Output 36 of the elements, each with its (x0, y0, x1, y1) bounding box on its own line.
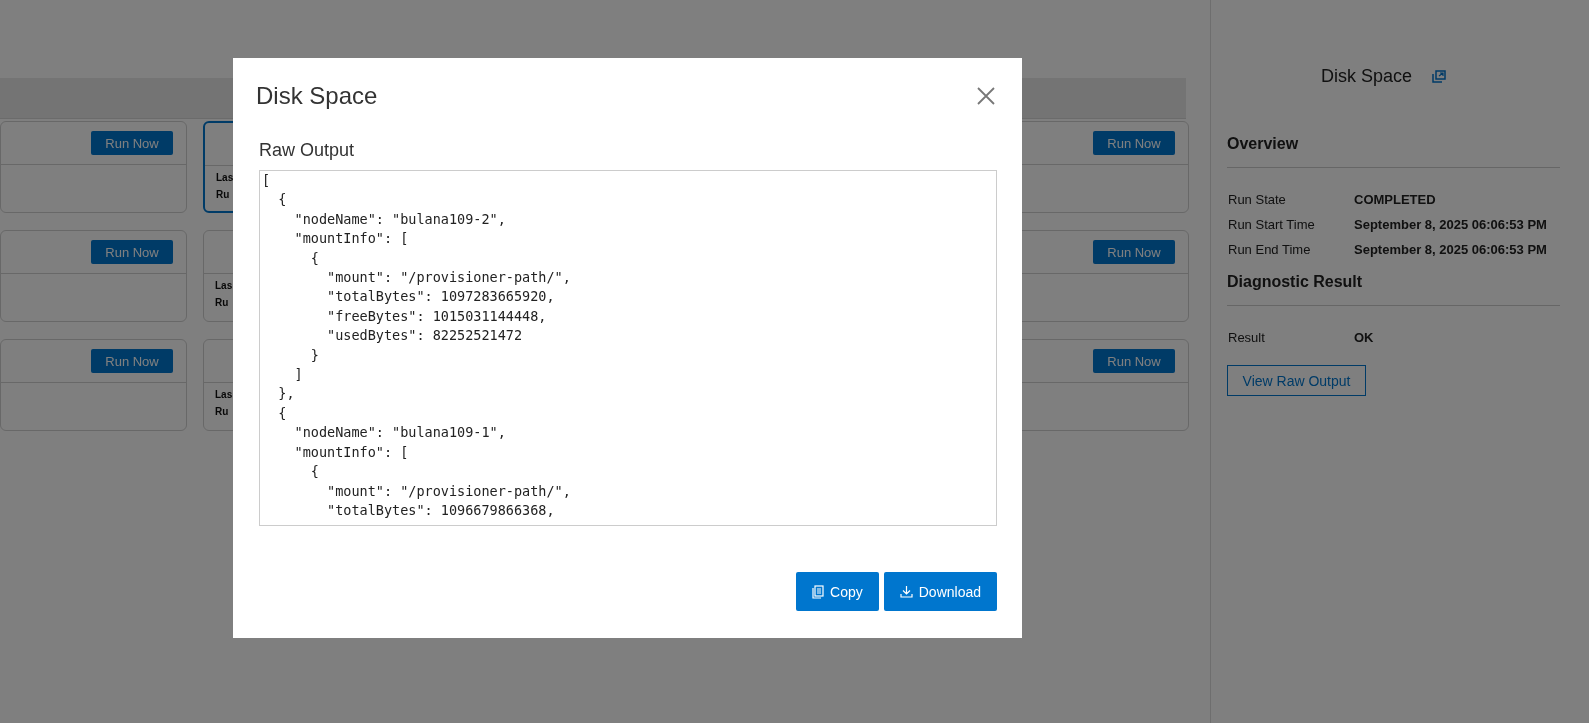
download-icon (899, 585, 913, 598)
panel-title: Disk Space (1320, 66, 1412, 87)
field-label: Run Start Time (1227, 217, 1316, 232)
download-button[interactable]: Download (883, 572, 997, 611)
run-now-button[interactable]: Run Now (91, 349, 173, 373)
field-label: Result (1227, 330, 1266, 345)
popout-icon[interactable] (1432, 70, 1446, 83)
section-heading: Diagnostic Result (1227, 273, 1560, 306)
run-now-button[interactable]: Run Now (1093, 240, 1175, 264)
copy-icon (812, 584, 825, 599)
section-heading: Overview (1227, 135, 1560, 168)
field-value: September 8, 2025 06:06:53 PM (1354, 217, 1547, 232)
card-label: Las (216, 172, 234, 183)
card-label: Las (215, 280, 233, 291)
run-now-button[interactable]: Run Now (91, 240, 173, 264)
run-now-button[interactable]: Run Now (91, 131, 173, 155)
dialog-title: Disk Space (256, 82, 378, 110)
close-icon[interactable] (977, 87, 995, 105)
field-label: Run End Time (1227, 242, 1312, 257)
run-now-button[interactable]: Run Now (1093, 349, 1175, 373)
card[interactable]: Run Now (0, 121, 187, 213)
card-label: Ru (216, 189, 230, 200)
field-label: Run State (1227, 192, 1287, 207)
raw-output-field[interactable]: [ { "nodeName": "bulana109-2", "mountInfo": [ { "mount": "/provisioner-path/", "totalBytes": 1097283665920, "freeBytes": 1015031144448, "usedBytes": 82252521472 } ] }, { "nodeName": "bulana109-1", "mountInfo": [ { "mount": "/provisioner-path/", "totalBytes": 1096679866368, (259, 170, 997, 526)
field-value: COMPLETED (1354, 192, 1436, 207)
view-raw-output-button[interactable]: View Raw Output (1227, 365, 1366, 396)
run-now-button[interactable]: Run Now (1093, 131, 1175, 155)
card-label: Las (215, 389, 233, 400)
field-value: OK (1354, 330, 1374, 345)
card[interactable]: Run Now (0, 339, 187, 431)
card-label: Ru (215, 297, 229, 308)
field-label: Raw Output (259, 140, 356, 161)
field-value: September 8, 2025 06:06:53 PM (1354, 242, 1547, 257)
copy-button[interactable]: Copy (796, 572, 879, 611)
card[interactable]: Run Now (0, 230, 187, 322)
card-label: Ru (215, 406, 229, 417)
